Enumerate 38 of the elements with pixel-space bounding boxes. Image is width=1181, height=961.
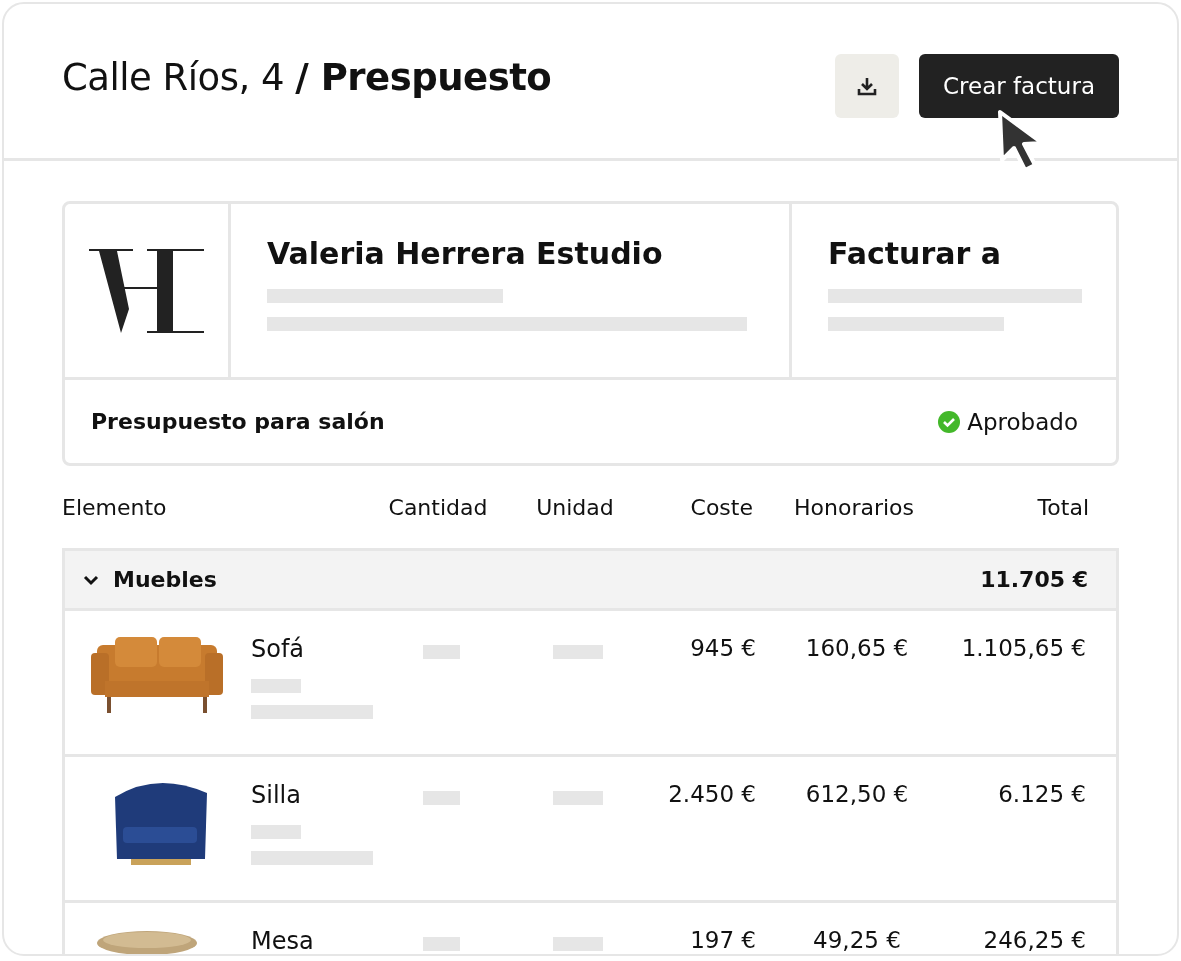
- table-cell-text: 6.125 €: [997, 781, 1087, 807]
- text-placeholder: [422, 937, 460, 951]
- page-title: Calle Ríos, 4 / Prespuesto: [62, 55, 553, 99]
- download-button[interactable]: [835, 54, 899, 118]
- text-placeholder: [251, 679, 301, 693]
- table-cell-text: 49,25 €: [812, 927, 902, 953]
- bill-to-heading: Facturar a: [828, 236, 1002, 271]
- column-header: Elemento: [62, 494, 168, 520]
- item-name: Sofá: [251, 635, 306, 663]
- group-row[interactable]: Muebles 11.705 €: [65, 551, 1116, 611]
- item-name: Mesa: [251, 927, 314, 954]
- table-cell-text: 197 €: [689, 927, 757, 953]
- column-header: Coste: [689, 494, 754, 520]
- status-label: Aprobado: [967, 408, 1078, 435]
- table-cell-text: 160,65 €: [804, 635, 910, 661]
- quote-description: Presupuesto para salón: [91, 409, 385, 434]
- table-cell-text: 945 €: [689, 635, 757, 661]
- column-header: Honorarios: [793, 494, 915, 520]
- table-cell-text: 1.105,65 €: [960, 635, 1087, 661]
- download-icon: [856, 75, 878, 97]
- text-placeholder: [553, 937, 603, 951]
- check-circle-icon: [937, 409, 962, 434]
- table-cell-text: 246,25 €: [982, 927, 1087, 953]
- column-header: Total: [1036, 494, 1090, 520]
- group-total: 11.705 €: [980, 567, 1088, 592]
- column-header: Cantidad: [387, 494, 489, 520]
- text-placeholder: [422, 791, 460, 805]
- create-invoice-button[interactable]: Crear factura: [919, 54, 1119, 118]
- table-cell-text: 2.450 €: [667, 781, 757, 807]
- text-placeholder: [251, 825, 301, 839]
- company-name: Valeria Herrera Estudio: [267, 236, 664, 271]
- group-name: Muebles: [113, 567, 217, 592]
- item-name: Silla: [251, 781, 302, 809]
- text-placeholder: [553, 645, 603, 659]
- column-header: Unidad: [535, 494, 615, 520]
- text-placeholder: [553, 791, 603, 805]
- table-cell-text: 612,50 €: [804, 781, 910, 807]
- text-placeholder: [422, 645, 460, 659]
